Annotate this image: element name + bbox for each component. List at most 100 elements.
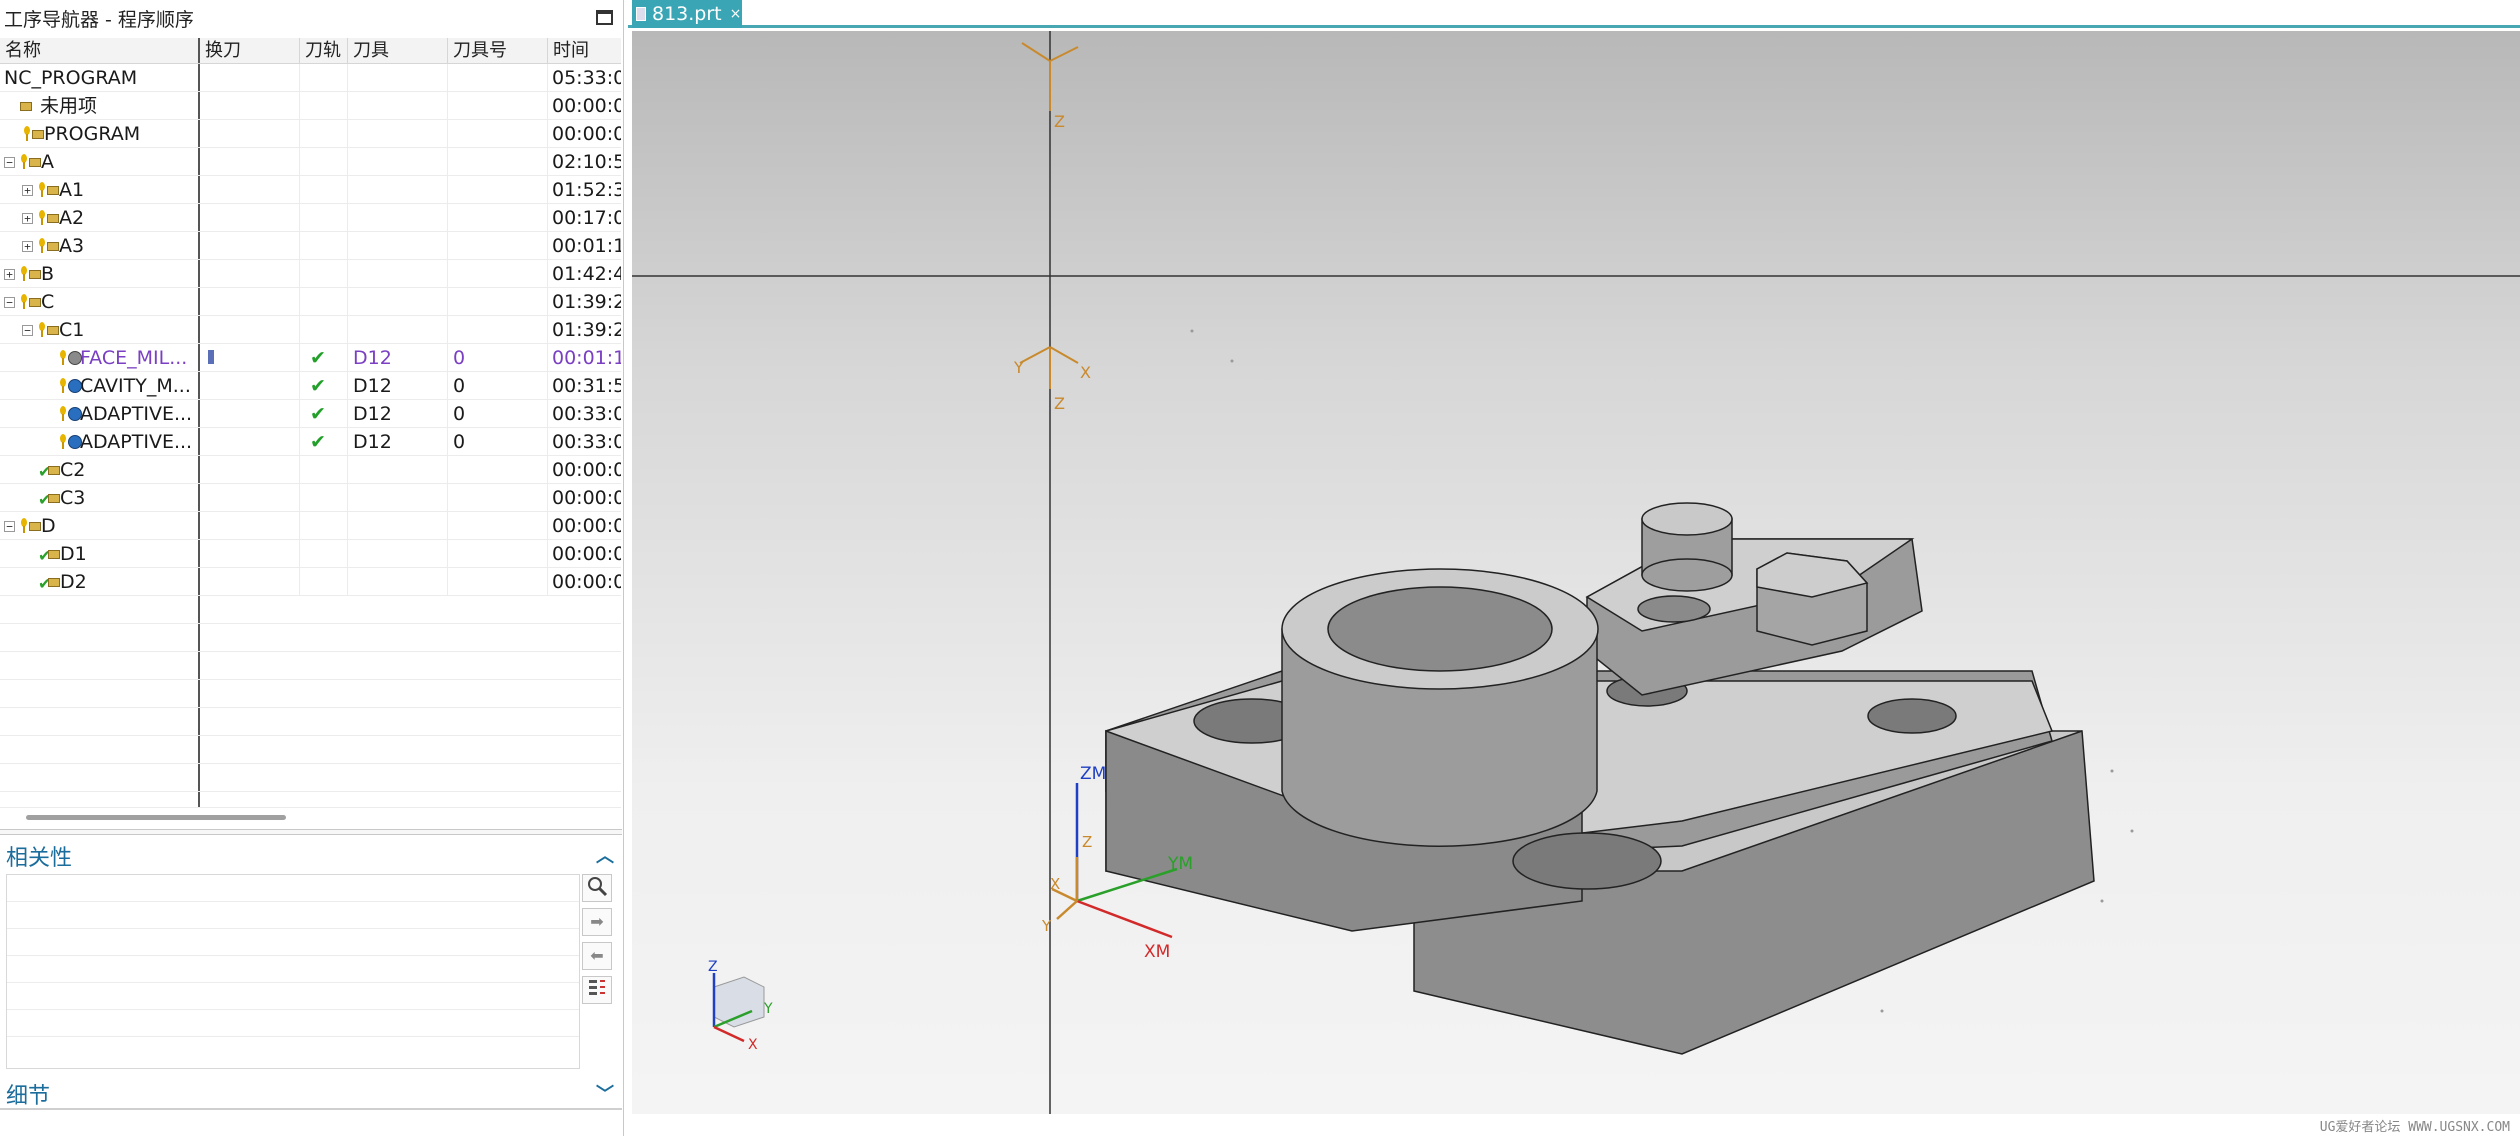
row-name: A3	[59, 235, 85, 257]
expand-icon[interactable]: +	[22, 240, 33, 252]
col-header-time[interactable]: 时间	[548, 38, 621, 63]
program-folder-icon	[19, 154, 41, 170]
search-icon[interactable]	[582, 874, 612, 902]
row-time: 00:00:0	[552, 95, 621, 117]
adaptive-mill-operation-icon	[58, 434, 82, 450]
row-tool: D12	[348, 344, 448, 371]
row-time: 00:01:1	[552, 347, 621, 369]
row-name: D1	[60, 543, 87, 565]
collapse-icon[interactable]: −	[22, 324, 33, 336]
row-time: 00:17:0	[552, 207, 621, 229]
row-name: ADAPTIVE...	[80, 403, 193, 425]
expand-icon[interactable]: +	[4, 268, 15, 280]
row-time: 01:42:4	[552, 263, 621, 285]
close-icon[interactable]: ×	[730, 6, 742, 22]
table-row[interactable]: + A3 00:01:1	[0, 232, 621, 260]
col-header-toolpath[interactable]: 刀轨	[300, 38, 348, 63]
table-row[interactable]: CAVITY_M... ✔ D12 0 00:31:5	[0, 372, 621, 400]
panel-splitter[interactable]	[0, 829, 622, 835]
table-row[interactable]: − C 01:39:2	[0, 288, 621, 316]
wcs-mid-z-label: Z	[1054, 394, 1065, 413]
table-row[interactable]: − A 02:10:5	[0, 148, 621, 176]
empty-row	[0, 652, 621, 680]
row-tool: D12	[348, 400, 448, 427]
table-row[interactable]: FACE_MIL... ✔ D12 0 00:01:1	[0, 344, 621, 372]
table-row[interactable]: + A1 01:52:3	[0, 176, 621, 204]
row-name: CAVITY_M...	[80, 375, 191, 397]
navigator-title: 工序导航器 - 程序顺序	[4, 9, 194, 31]
details-section-title[interactable]: 细节	[6, 1078, 50, 1110]
list-settings-icon[interactable]	[582, 976, 612, 1004]
document-tab-bar: 813.prt ×	[628, 0, 2520, 28]
collapse-icon[interactable]: −	[4, 520, 15, 532]
table-row[interactable]: ADAPTIVE... ✔ D12 0 00:33:0	[0, 400, 621, 428]
tab-813-prt[interactable]: 813.prt ×	[632, 0, 742, 28]
mcs-ym-label: YM	[1167, 854, 1193, 874]
table-row[interactable]: + A2 00:17:0	[0, 204, 621, 232]
operation-navigator-panel: 工序导航器 - 程序顺序 名称 换刀 刀轨 刀具 刀具号 时间 NC_PROGR…	[0, 0, 624, 1136]
panel-bottom-border	[0, 1108, 622, 1110]
row-name: ADAPTIVE...	[80, 431, 193, 453]
row-toolpath: ✔	[310, 403, 326, 425]
expand-icon[interactable]: +	[22, 212, 33, 224]
row-time: 00:00:0	[552, 571, 621, 593]
program-folder-icon	[37, 182, 59, 198]
grid-header: 名称 换刀 刀轨 刀具 刀具号 时间	[0, 38, 621, 64]
collapse-icon[interactable]: −	[4, 296, 15, 308]
wcs-top-z-label: Z	[1054, 112, 1065, 131]
col-header-tool-change[interactable]: 换刀	[200, 38, 300, 63]
row-tool-number: 0	[448, 344, 548, 371]
table-row[interactable]: ✔ D2 00:00:0	[0, 568, 621, 596]
col-header-name[interactable]: 名称	[0, 38, 200, 63]
collapse-icon[interactable]: −	[4, 156, 15, 168]
row-name: C2	[60, 459, 86, 481]
app-window: 工序导航器 - 程序顺序 名称 换刀 刀轨 刀具 刀具号 时间 NC_PROGR…	[0, 0, 2520, 1136]
table-row[interactable]: − C1 01:39:2	[0, 316, 621, 344]
wcs-mid-x-label: X	[1080, 363, 1091, 382]
program-folder-icon	[37, 238, 59, 254]
horizontal-scrollbar[interactable]	[26, 815, 286, 820]
table-row[interactable]: − D 00:00:0	[0, 512, 621, 540]
empty-row	[0, 736, 621, 764]
table-row[interactable]: ✔ C3 00:00:0	[0, 484, 621, 512]
table-row[interactable]: ADAPTIVE... ✔ D12 0 00:33:0	[0, 428, 621, 456]
row-tool-number: 0	[448, 372, 548, 399]
table-row[interactable]: ✔ D1 00:00:0	[0, 540, 621, 568]
col-header-tool[interactable]: 刀具	[348, 38, 448, 63]
table-row[interactable]: NC_PROGRAM 05:33:0	[0, 64, 621, 92]
row-time: 02:10:5	[552, 151, 621, 173]
table-row[interactable]: + B 01:42:4	[0, 260, 621, 288]
row-name: FACE_MIL...	[80, 347, 188, 369]
graphics-viewport[interactable]: Z Y X Z ZM YM XM Z X Y Z Y X	[632, 31, 2520, 1114]
adaptive-mill-operation-icon	[58, 406, 82, 422]
row-time: 00:00:0	[552, 459, 621, 481]
wcs-y-label: Y	[1041, 917, 1052, 935]
expand-icon[interactable]: +	[22, 184, 33, 196]
row-name: 未用项	[40, 95, 98, 117]
table-row[interactable]: PROGRAM 00:00:0	[0, 120, 621, 148]
row-name: NC_PROGRAM	[4, 67, 138, 89]
row-time: 00:00:0	[552, 487, 621, 509]
chevron-up-icon[interactable]: ︿	[596, 842, 614, 868]
row-time: 00:00:0	[552, 123, 621, 145]
program-folder-icon	[37, 322, 59, 338]
row-name: C1	[59, 319, 85, 341]
row-toolpath: ✔	[310, 431, 326, 453]
row-time: 01:39:2	[552, 319, 621, 341]
chevron-down-icon[interactable]: ﹀	[596, 1080, 614, 1106]
arrow-left-icon[interactable]: ⬅	[582, 942, 612, 970]
maximize-icon[interactable]	[596, 10, 613, 25]
row-time: 05:33:0	[552, 67, 621, 89]
empty-row	[0, 764, 621, 792]
row-time: 01:39:2	[552, 291, 621, 313]
table-row[interactable]: 未用项 00:00:0	[0, 92, 621, 120]
program-folder-done-icon: ✔	[38, 546, 60, 565]
tab-label: 813.prt	[652, 3, 722, 25]
arrow-right-icon[interactable]: ➡	[582, 908, 612, 936]
relevance-section-title[interactable]: 相关性	[6, 840, 72, 872]
table-row[interactable]: ✔ C2 00:00:0	[0, 456, 621, 484]
row-time: 00:33:0	[552, 431, 621, 453]
col-header-tool-number[interactable]: 刀具号	[448, 38, 548, 63]
face-mill-operation-icon	[58, 350, 82, 366]
wcs-mid-y-label: Y	[1013, 358, 1024, 377]
